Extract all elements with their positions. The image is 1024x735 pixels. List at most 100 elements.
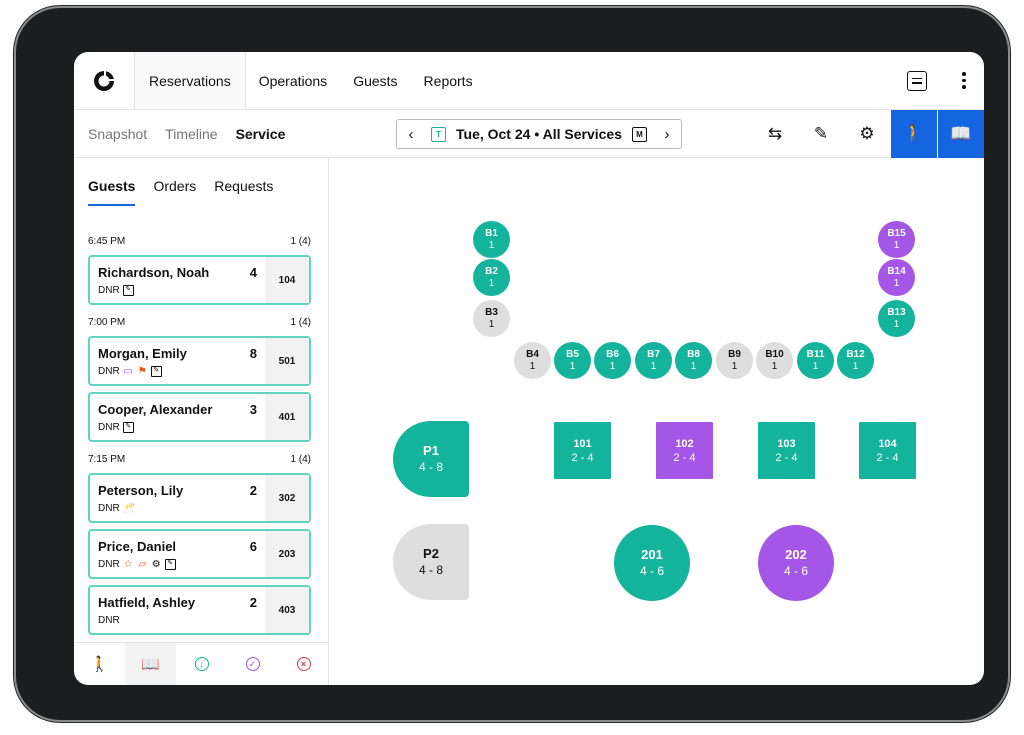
seat-id: B15: [887, 227, 906, 239]
seat-id: B2: [485, 265, 498, 277]
settings-gear-icon[interactable]: ⚙: [844, 110, 890, 158]
app-logo[interactable]: [74, 52, 134, 109]
guest-name: Morgan, Emily: [98, 346, 187, 361]
month-calendar-icon[interactable]: M: [632, 126, 647, 142]
filter-button[interactable]: [890, 52, 944, 109]
guest-card[interactable]: Cooper, Alexander 3 DNR ✎ 401: [88, 392, 311, 442]
swap-arrows-icon[interactable]: ⇆: [752, 110, 798, 158]
table-capacity: 2 - 4: [673, 451, 696, 464]
panel-tab-requests[interactable]: Requests: [214, 178, 273, 206]
guest-card[interactable]: Hatfield, Ashley 2 DNR 403: [88, 585, 311, 635]
seat-capacity: 1: [529, 360, 536, 372]
bar-seat-b12[interactable]: B12 1: [837, 342, 874, 379]
next-date-button[interactable]: ›: [653, 120, 681, 148]
subtab-service[interactable]: Service: [236, 126, 286, 142]
seat-id: B7: [647, 348, 660, 360]
bar-seat-b8[interactable]: B8 1: [675, 342, 712, 379]
table-id: 104: [878, 437, 897, 450]
guest-tags: DNR ☆ ▱ ⚙ ✎: [98, 559, 176, 570]
slot-time: 7:15 PM: [88, 453, 126, 465]
download-icon: ↓: [194, 657, 209, 671]
prev-date-button[interactable]: ‹: [397, 120, 425, 148]
gear-icon: ⚙: [151, 559, 161, 570]
seat-capacity: 1: [488, 239, 495, 251]
dnr-tag: DNR: [98, 559, 120, 570]
more-menu-icon[interactable]: [944, 52, 984, 109]
bar-seat-b15[interactable]: B15 1: [878, 221, 915, 258]
subtab-timeline[interactable]: Timeline: [165, 126, 217, 142]
panel-bottom-bar: 🚶 📖 ↓ ✓ ×: [74, 642, 329, 685]
party-size: 4: [249, 265, 257, 280]
table-capacity: 2 - 4: [571, 451, 594, 464]
bar-seat-b6[interactable]: B6 1: [594, 342, 631, 379]
bar-seat-b2[interactable]: B2 1: [473, 259, 510, 296]
table-capacity: 4 - 6: [783, 564, 808, 578]
table-p1[interactable]: P1 4 - 8: [393, 421, 469, 497]
table-202[interactable]: 202 4 - 6: [758, 525, 834, 601]
cancel-button[interactable]: ×: [278, 643, 329, 685]
table-104[interactable]: 104 2 - 4: [859, 422, 916, 479]
today-calendar-icon[interactable]: T: [431, 126, 446, 142]
seat-id: B12: [846, 348, 865, 360]
guest-card[interactable]: Morgan, Emily 8 DNR ▭ ⚑ ✎ 501: [88, 336, 311, 386]
note-icon: ✎: [164, 559, 176, 570]
bar-seat-b3[interactable]: B3 1: [473, 300, 510, 337]
book-button[interactable]: 📖: [125, 643, 176, 685]
guest-tags: DNR ✎: [98, 285, 134, 296]
assigned-table: 203: [265, 531, 309, 577]
check-button[interactable]: ✓: [227, 643, 278, 685]
wine-icon: ▱: [138, 559, 147, 570]
download-button[interactable]: ↓: [176, 643, 227, 685]
time-slot-header: 7:15 PM 1 (4): [74, 448, 329, 470]
bar-seat-b13[interactable]: B13 1: [878, 300, 915, 337]
tab-operations[interactable]: Operations: [246, 52, 340, 109]
guest-card[interactable]: Price, Daniel 6 DNR ☆ ▱ ⚙ ✎ 203: [88, 529, 311, 579]
seat-capacity: 1: [771, 360, 778, 372]
assigned-table: 104: [265, 257, 309, 303]
bar-seat-b11[interactable]: B11 1: [797, 342, 834, 379]
book-mode-icon[interactable]: 📖: [937, 110, 984, 158]
seat-id: B4: [526, 348, 539, 360]
seat-capacity: 1: [731, 360, 738, 372]
note-icon: ✎: [122, 422, 134, 433]
table-id: P2: [423, 546, 439, 561]
subtab-snapshot[interactable]: Snapshot: [88, 126, 147, 142]
seat-capacity: 1: [893, 277, 900, 289]
pencil-icon[interactable]: ✎: [798, 110, 844, 158]
panel-tab-guests[interactable]: Guests: [88, 178, 136, 206]
seat-id: B8: [687, 348, 700, 360]
table-capacity: 4 - 8: [418, 460, 443, 474]
date-label[interactable]: Tue, Oct 24 • All Services: [452, 126, 626, 142]
walk-in-button[interactable]: 🚶: [74, 643, 125, 685]
walk-in-mode-icon[interactable]: 🚶: [890, 110, 937, 158]
dnr-tag: DNR: [98, 503, 120, 514]
bar-seat-b5[interactable]: B5 1: [554, 342, 591, 379]
table-102[interactable]: 102 2 - 4: [656, 422, 713, 479]
guest-name: Peterson, Lily: [98, 483, 184, 498]
bar-seat-b10[interactable]: B10 1: [756, 342, 793, 379]
guest-card[interactable]: Peterson, Lily 2 DNR 🥂 302: [88, 473, 311, 523]
time-slot-header: 7:00 PM 1 (4): [74, 311, 329, 333]
bar-seat-b4[interactable]: B4 1: [514, 342, 551, 379]
logo-icon: [94, 70, 114, 91]
toast-icon: 🥂: [122, 503, 136, 514]
seat-capacity: 1: [488, 318, 495, 330]
table-201[interactable]: 201 4 - 6: [614, 525, 690, 601]
guest-tags: DNR: [98, 615, 120, 626]
seat-capacity: 1: [893, 239, 900, 251]
bar-seat-b14[interactable]: B14 1: [878, 259, 915, 296]
sub-navigation: Snapshot Timeline Service ‹ T Tue, Oct 2…: [74, 110, 984, 158]
guest-name: Price, Daniel: [98, 539, 177, 554]
tab-reports[interactable]: Reports: [411, 52, 486, 109]
tab-reservations[interactable]: Reservations: [134, 52, 246, 109]
bar-seat-b1[interactable]: B1 1: [473, 221, 510, 258]
bar-seat-b9[interactable]: B9 1: [716, 342, 753, 379]
bar-seat-b7[interactable]: B7 1: [635, 342, 672, 379]
guest-card[interactable]: Richardson, Noah 4 DNR ✎ 104: [88, 255, 311, 305]
tab-guests[interactable]: Guests: [340, 52, 410, 109]
seat-id: B14: [887, 265, 906, 277]
panel-tab-orders[interactable]: Orders: [153, 178, 196, 206]
table-103[interactable]: 103 2 - 4: [758, 422, 815, 479]
table-101[interactable]: 101 2 - 4: [554, 422, 611, 479]
table-p2[interactable]: P2 4 - 8: [393, 524, 469, 600]
